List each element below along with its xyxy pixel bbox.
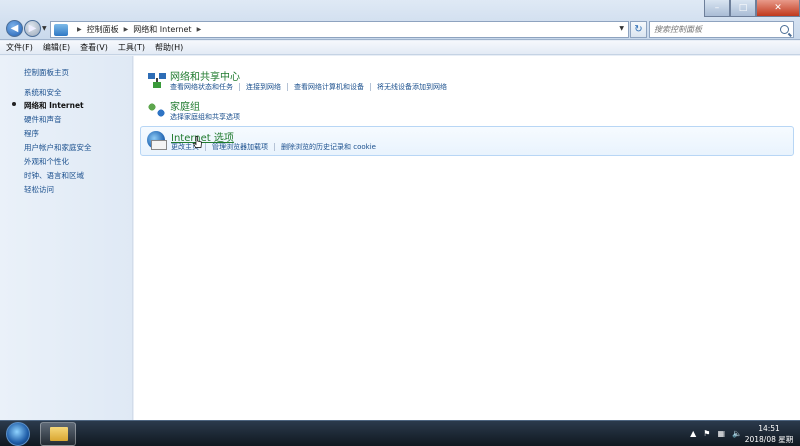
refresh-icon: ↻ <box>634 24 643 35</box>
sidebar-item-network-internet: 网络和 Internet <box>24 101 84 110</box>
volume-icon[interactable]: 🔈 <box>732 429 742 438</box>
network-icon[interactable] <box>146 70 168 90</box>
task-homegroup-options[interactable]: 选择家庭组和共享选项 <box>170 112 240 122</box>
forward-arrow-icon: ▶ <box>28 23 37 34</box>
network-tray-icon[interactable]: ▦ <box>717 429 725 438</box>
search-box[interactable] <box>649 21 794 38</box>
sidebar-item-ease-of-access[interactable]: 轻松访问 <box>24 184 54 195</box>
show-hidden-icons-icon[interactable]: ▲ <box>690 429 696 438</box>
sidebar-item-hardware-sound[interactable]: 硬件和声音 <box>24 114 62 125</box>
task-row: 选择家庭组和共享选项 <box>170 112 240 122</box>
maximize-button[interactable]: □ <box>730 0 756 17</box>
task-connect-network[interactable]: 连接到网络 <box>246 82 281 92</box>
control-panel-icon <box>54 23 68 36</box>
sidebar-item-programs[interactable]: 程序 <box>24 128 39 139</box>
clock-time: 14:51 <box>758 424 780 433</box>
task-add-wireless-device[interactable]: 将无线设备添加到网络 <box>377 82 447 92</box>
breadcrumb-control-panel[interactable]: 控制面板 <box>87 24 119 35</box>
sidebar-item-user-accounts[interactable]: 用户帐户和家庭安全 <box>24 142 92 153</box>
menu-file[interactable]: 文件(F) <box>6 42 33 53</box>
address-dropdown-icon[interactable]: ▼ <box>619 25 624 32</box>
menu-help[interactable]: 帮助(H) <box>155 42 183 53</box>
system-tray: ▲ ⚑ ▦ 🔈 <box>690 429 742 438</box>
chevron-right-icon[interactable]: ▶ <box>77 26 82 33</box>
sidebar-item-clock-language-region[interactable]: 时钟、语言和区域 <box>24 170 84 181</box>
address-bar[interactable]: ▶ 控制面板 ▶ 网络和 Internet ▶ ▼ <box>50 21 629 38</box>
active-bullet-icon <box>12 102 16 106</box>
category-internet-options[interactable]: Internet 选项 更改主页 管理浏览器加载项 删除浏览的历史记录和 coo… <box>140 126 794 156</box>
hand-cursor-icon <box>193 136 202 148</box>
task-view-network-status[interactable]: 查看网络状态和任务 <box>170 82 233 92</box>
recent-pages-dropdown[interactable]: ▼ <box>42 25 47 32</box>
task-delete-history[interactable]: 删除浏览的历史记录和 cookie <box>281 142 376 152</box>
sidebar-item-system-security[interactable]: 系统和安全 <box>24 87 62 98</box>
window-titlebar: – □ ✕ ◀ ▶ ▼ ▶ 控制面板 ▶ 网络和 Internet ▶ ▼ ↻ <box>0 0 800 40</box>
menu-tools[interactable]: 工具(T) <box>118 42 145 53</box>
divider <box>239 83 240 91</box>
menu-edit[interactable]: 编辑(E) <box>43 42 70 53</box>
flag-icon[interactable]: ⚑ <box>703 429 710 438</box>
minimize-button[interactable]: – <box>704 0 730 17</box>
divider <box>370 83 371 91</box>
menu-bar: 文件(F) 编辑(E) 查看(V) 工具(T) 帮助(H) <box>0 41 800 55</box>
divider <box>287 83 288 91</box>
window-controls: – □ ✕ <box>704 0 800 18</box>
task-view-network-computers[interactable]: 查看网络计算机和设备 <box>294 82 364 92</box>
sidebar: 控制面板主页 系统和安全 网络和 Internet 硬件和声音 程序 用户帐户和… <box>0 56 133 420</box>
homegroup-icon[interactable] <box>146 99 168 119</box>
breadcrumb-network-internet[interactable]: 网络和 Internet <box>133 24 191 35</box>
folder-icon <box>50 427 68 441</box>
search-icon[interactable] <box>780 25 789 34</box>
divider <box>274 143 275 151</box>
sidebar-item-control-panel-home[interactable]: 控制面板主页 <box>24 67 69 78</box>
menu-view[interactable]: 查看(V) <box>80 42 108 53</box>
internet-explorer-icon[interactable] <box>147 131 167 150</box>
forward-button[interactable]: ▶ <box>24 20 41 37</box>
category-homegroup: 家庭组 选择家庭组和共享选项 <box>140 96 794 124</box>
category-network-sharing: 网络和共享中心 查看网络状态和任务 连接到网络 查看网络计算机和设备 将无线设备… <box>140 66 794 96</box>
clock-date: 2018/08 星期二 <box>744 435 794 444</box>
chevron-right-icon[interactable]: ▶ <box>197 26 202 33</box>
main-content: 网络和共享中心 查看网络状态和任务 连接到网络 查看网络计算机和设备 将无线设备… <box>134 56 800 420</box>
back-button[interactable]: ◀ <box>6 20 23 37</box>
task-manage-addons[interactable]: 管理浏览器加载项 <box>212 142 268 152</box>
close-button[interactable]: ✕ <box>756 0 800 17</box>
category-title-network-sharing[interactable]: 网络和共享中心 <box>170 68 240 83</box>
search-input[interactable] <box>650 25 775 34</box>
back-arrow-icon: ◀ <box>10 23 19 34</box>
taskbar-explorer-button[interactable] <box>40 422 76 446</box>
refresh-button[interactable]: ↻ <box>630 21 647 38</box>
category-title-homegroup[interactable]: 家庭组 <box>170 98 200 113</box>
task-row: 查看网络状态和任务 连接到网络 查看网络计算机和设备 将无线设备添加到网络 <box>170 82 447 92</box>
start-button[interactable] <box>6 422 30 446</box>
divider <box>205 143 206 151</box>
taskbar: ▲ ⚑ ▦ 🔈 14:51 2018/08 星期二 <box>0 420 800 446</box>
chevron-right-icon[interactable]: ▶ <box>124 26 129 33</box>
clock[interactable]: 14:51 2018/08 星期二 <box>744 423 794 446</box>
sidebar-item-appearance[interactable]: 外观和个性化 <box>24 156 69 167</box>
